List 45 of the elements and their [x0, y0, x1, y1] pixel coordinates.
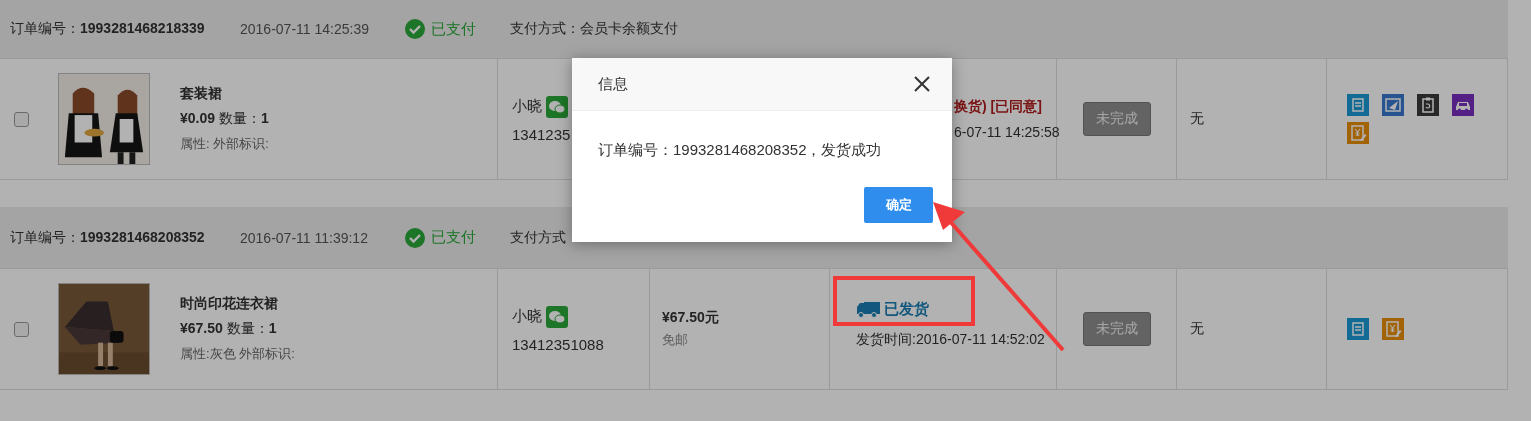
ship-time: 发货时间:2016-07-11 14:52:02 — [856, 331, 1046, 349]
buyer-phone: 1341235 — [512, 125, 572, 143]
product-price: ¥0.09 数量：1 — [180, 110, 269, 128]
product-name: 时尚印花连衣裙 — [180, 295, 279, 313]
order-time: 2016-07-11 14:25:39 — [240, 21, 370, 37]
check-circle-icon — [405, 227, 425, 248]
confirm-button[interactable]: 确定 — [864, 187, 933, 223]
shipping-fee: 免邮 — [662, 331, 689, 349]
row-checkbox[interactable] — [14, 111, 29, 127]
order-time: 2016-07-11 11:39:12 — [240, 229, 369, 246]
status-text: 换货) [已同意] — [954, 98, 1043, 116]
close-icon[interactable] — [914, 76, 930, 92]
dialog-title: 信息 — [598, 74, 628, 94]
payment-status: 已支付 — [431, 19, 476, 39]
payment-method: 支付方式：会员卡余额支付 — [510, 20, 678, 38]
clipboard-icon[interactable] — [1417, 94, 1439, 116]
chat-icon — [546, 95, 568, 118]
note-icon[interactable] — [1347, 318, 1369, 340]
buyer-phone: 13412351088 — [512, 335, 605, 353]
incomplete-button[interactable]: 未完成 — [1082, 102, 1151, 136]
check-circle-icon — [405, 19, 425, 39]
truck-icon — [856, 299, 880, 319]
product-attributes: 属性: 外部标识: — [180, 135, 269, 153]
payment-status: 已支付 — [431, 228, 476, 247]
dialog-message: 订单编号：1993281468208352，发货成功 — [598, 141, 882, 158]
remark: 无 — [1190, 320, 1205, 338]
incomplete-button[interactable]: 未完成 — [1082, 312, 1151, 346]
buyer-name: 小晓 — [512, 307, 542, 326]
product-attributes: 属性:灰色 外部标识: — [180, 345, 295, 363]
buyer-name: 小晓 — [512, 97, 542, 116]
order-number: 订单编号：1993281468208352 — [10, 228, 206, 247]
shipped-status: 已发货 — [884, 299, 929, 319]
note-icon[interactable] — [1347, 94, 1369, 116]
order-amount: ¥67.50元 — [662, 309, 720, 327]
payment-method: 支付方式 — [510, 228, 566, 247]
yen-edit-icon[interactable] — [1382, 318, 1404, 340]
chat-icon — [546, 305, 568, 328]
edit-sheet-icon[interactable] — [1382, 94, 1404, 116]
row-checkbox[interactable] — [14, 321, 29, 337]
order-number: 订单编号：1993281468218339 — [10, 20, 206, 38]
car-icon[interactable] — [1452, 94, 1474, 116]
product-price: ¥67.50 数量：1 — [180, 320, 278, 338]
yen-edit-icon[interactable] — [1347, 122, 1369, 144]
product-name: 套装裙 — [180, 85, 223, 103]
remark: 无 — [1190, 110, 1205, 128]
